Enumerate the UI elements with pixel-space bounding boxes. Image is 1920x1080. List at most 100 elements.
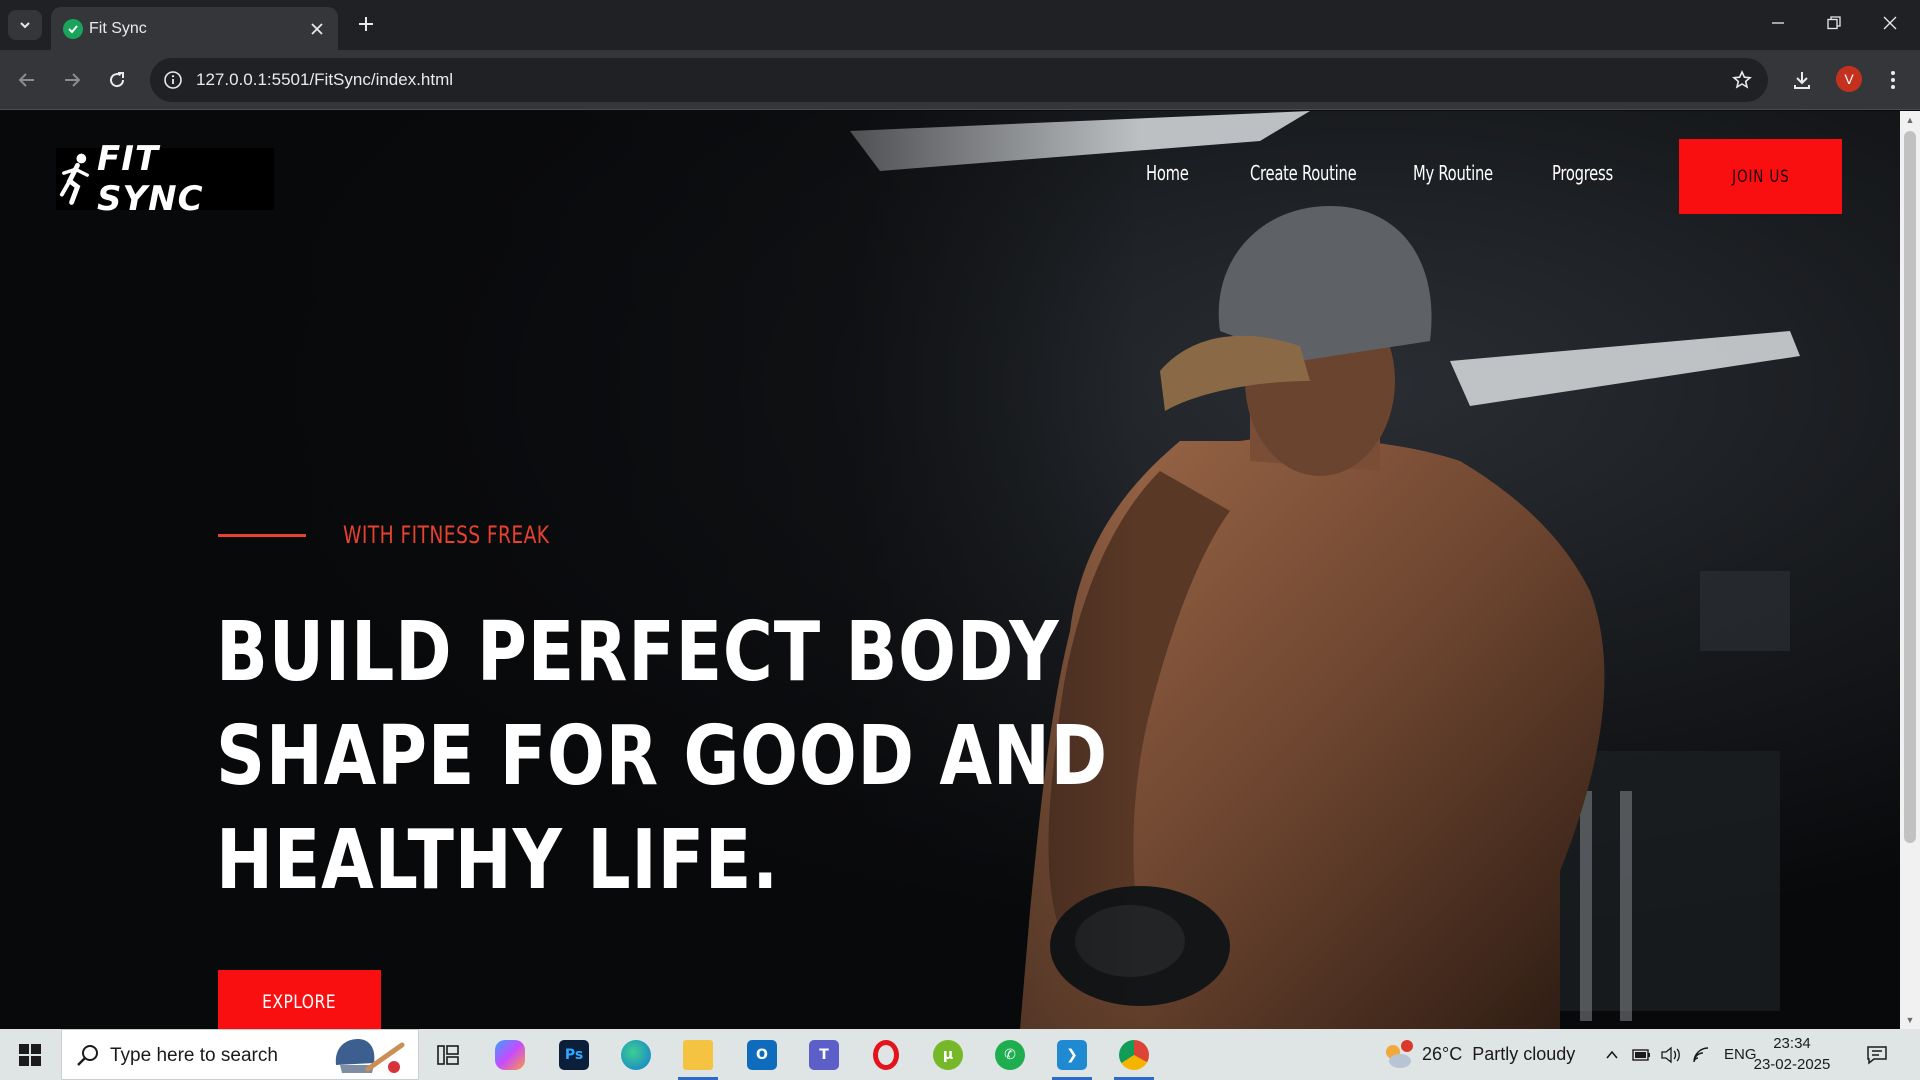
url-text: 127.0.0.1:5501/FitSync/index.html (196, 70, 454, 89)
page-scrollbar[interactable]: ▲ ▼ (1900, 111, 1920, 1029)
hero-headline: BUILD PERFECT BODY SHAPE FOR GOOD AND HE… (216, 601, 1108, 913)
tagline-divider (218, 534, 306, 537)
runner-icon (59, 153, 89, 205)
plus-icon (359, 17, 373, 31)
cricket-helmet-icon (335, 1039, 405, 1073)
clock-time: 23:34 (1773, 1035, 1811, 1052)
forward-button[interactable] (55, 63, 89, 97)
restore-icon (1827, 16, 1841, 30)
taskbar-app-teams[interactable]: T (796, 1029, 852, 1080)
scroll-down-icon[interactable]: ▼ (1905, 1015, 1915, 1025)
start-button[interactable] (0, 1029, 60, 1080)
arrow-left-icon (18, 73, 34, 87)
minimize-icon (1772, 22, 1784, 24)
notification-center-button[interactable] (1866, 1029, 1888, 1080)
volume-indicator[interactable] (1660, 1029, 1682, 1080)
logo-text: FIT SYNC (97, 139, 204, 219)
vscode-icon: ❯ (1057, 1039, 1087, 1070)
scrollbar-thumb[interactable] (1904, 131, 1916, 843)
chrome-icon (1119, 1039, 1149, 1070)
task-view-button[interactable] (420, 1029, 476, 1080)
browser-toolbar: 127.0.0.1:5501/FitSync/index.html (0, 50, 1920, 110)
copilot-icon (495, 1039, 525, 1070)
back-button[interactable] (10, 63, 44, 97)
photoshop-icon: Ps (559, 1039, 589, 1070)
web-page-viewport: FIT SYNC Home Create Routine My Routine … (0, 111, 1900, 1029)
windows-logo-icon (19, 1043, 41, 1066)
taskbar-app-edge[interactable] (608, 1029, 664, 1080)
browser-tab-bar: Fit Sync (0, 0, 1920, 50)
browser-menu-button[interactable] (1876, 63, 1910, 97)
explore-label: EXPLORE (262, 991, 337, 1013)
restore-button[interactable] (1806, 0, 1862, 46)
windows-taskbar: Type here to search Ps O T µ ✆ ❯ 26°C Pa… (0, 1029, 1920, 1080)
nav-create-routine[interactable]: Create Routine (1250, 161, 1357, 185)
taskbar-app-utorrent[interactable]: µ (920, 1029, 976, 1080)
battery-indicator[interactable] (1632, 1029, 1652, 1080)
opera-icon (873, 1039, 899, 1070)
nav-progress[interactable]: Progress (1552, 161, 1613, 185)
close-icon[interactable] (306, 18, 328, 40)
taskbar-app-outlook[interactable]: O (734, 1029, 790, 1080)
weather-condition: Partly cloudy (1472, 1044, 1576, 1064)
taskbar-app-photoshop[interactable]: Ps (546, 1029, 602, 1080)
join-us-button[interactable]: JOIN US (1679, 139, 1842, 214)
taskbar-app-chrome[interactable] (1106, 1029, 1162, 1080)
taskbar-search[interactable]: Type here to search (61, 1029, 419, 1080)
search-placeholder: Type here to search (110, 1045, 278, 1066)
download-icon (1794, 72, 1810, 89)
nav-my-routine[interactable]: My Routine (1413, 161, 1493, 185)
more-vertical-icon (1891, 71, 1895, 89)
nav-home[interactable]: Home (1146, 161, 1189, 185)
address-bar[interactable]: 127.0.0.1:5501/FitSync/index.html (150, 58, 1768, 102)
teams-icon: T (809, 1039, 839, 1070)
explore-button[interactable]: EXPLORE (218, 970, 381, 1029)
headline-line: HEALTHY LIFE. (216, 813, 779, 908)
window-close-button[interactable] (1862, 0, 1918, 46)
taskbar-app-copilot[interactable] (482, 1029, 538, 1080)
reload-icon (110, 72, 125, 88)
weather-widget[interactable]: 26°C Partly cloudy (1380, 1029, 1575, 1080)
browser-tab[interactable]: Fit Sync (51, 7, 338, 50)
whatsapp-icon: ✆ (995, 1039, 1025, 1070)
taskbar-clock[interactable]: 23:34 23-02-2025 (1752, 1033, 1832, 1075)
wifi-icon (1693, 1046, 1709, 1062)
reload-button[interactable] (100, 63, 134, 97)
site-info-icon[interactable] (162, 69, 184, 91)
task-view-icon (437, 1044, 459, 1065)
chevron-down-icon (20, 22, 30, 29)
taskbar-app-opera[interactable] (858, 1029, 914, 1080)
search-icon (77, 1045, 98, 1066)
edge-icon (621, 1039, 651, 1070)
outlook-icon: O (747, 1039, 777, 1070)
hero-tagline: WITH FITNESS FREAK (343, 521, 550, 549)
close-icon (1883, 16, 1897, 30)
speaker-icon (1661, 1046, 1680, 1063)
taskbar-app-whatsapp[interactable]: ✆ (982, 1029, 1038, 1080)
taskbar-app-file-explorer[interactable] (670, 1029, 726, 1080)
check-icon (63, 19, 83, 39)
battery-icon (1632, 1048, 1650, 1061)
minimize-button[interactable] (1750, 0, 1806, 46)
scroll-up-icon[interactable]: ▲ (1905, 115, 1915, 125)
taskbar-app-vscode[interactable]: ❯ (1044, 1029, 1100, 1080)
new-tab-button[interactable] (352, 10, 380, 38)
folder-icon (683, 1039, 713, 1070)
weather-temp: 26°C (1422, 1044, 1463, 1064)
weather-partly-cloudy-icon (1386, 1039, 1413, 1068)
download-button[interactable] (1785, 63, 1819, 97)
show-hidden-icons-button[interactable] (1604, 1029, 1620, 1080)
bookmark-star-icon[interactable] (1730, 68, 1754, 92)
tab-search-button[interactable] (8, 10, 42, 40)
utorrent-icon: µ (933, 1039, 963, 1070)
headline-line: BUILD PERFECT BODY (216, 605, 1060, 700)
arrow-right-icon (65, 73, 81, 87)
join-us-label: JOIN US (1731, 166, 1790, 187)
profile-avatar[interactable]: V (1836, 66, 1862, 92)
site-logo[interactable]: FIT SYNC (56, 139, 274, 219)
chevron-up-icon (1606, 1050, 1618, 1059)
tab-title: Fit Sync (89, 20, 147, 37)
network-indicator[interactable] (1692, 1029, 1712, 1080)
notification-icon (1867, 1045, 1887, 1065)
clock-date: 23-02-2025 (1753, 1056, 1831, 1073)
